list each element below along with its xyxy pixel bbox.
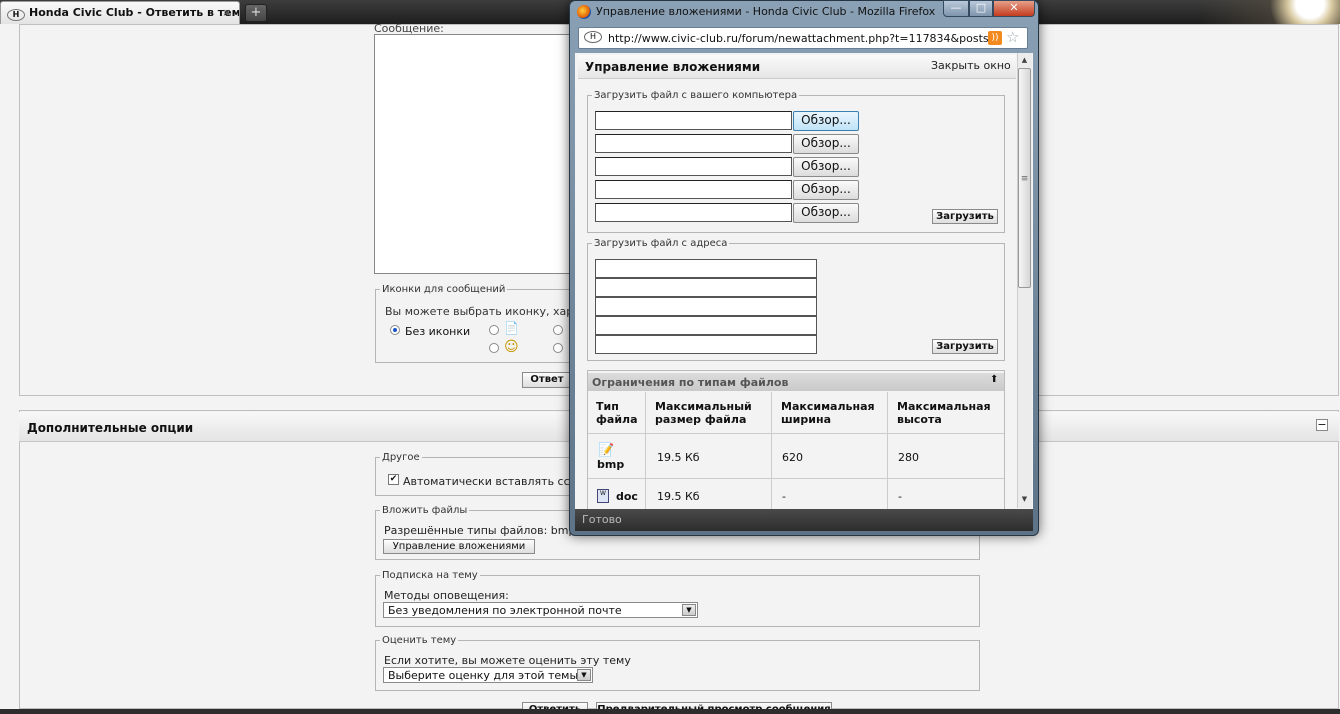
table-cell-type: doc (616, 490, 638, 503)
scrollbar-thumb[interactable]: ≡ (1018, 68, 1031, 288)
browse-button-4[interactable]: Обзор... (793, 180, 859, 200)
allowed-file-types: Разрешённые типы файлов: bmp (384, 524, 576, 537)
tab-close-icon[interactable]: × (222, 6, 231, 19)
chevron-down-icon: ▼ (577, 669, 591, 681)
popup-window-title: Управление вложениями - Honda Civic Club… (596, 5, 936, 18)
column-divider (771, 392, 772, 512)
bottom-edge (0, 709, 1340, 714)
browse-button-3[interactable]: Обзор... (793, 157, 859, 177)
table-cell-height: - (898, 490, 902, 503)
doc-file-icon: W (597, 489, 609, 503)
icon-radio-note[interactable] (489, 325, 499, 335)
honda-favicon-icon: H (7, 9, 25, 21)
notification-select-value: Без уведомления по электронной почте (388, 604, 622, 617)
maximize-button[interactable]: □ (969, 0, 993, 17)
site-favicon-icon: H (584, 31, 602, 43)
manage-attachments-button[interactable]: Управление вложениями (383, 539, 535, 554)
column-divider (887, 392, 888, 512)
upload-from-computer-legend: Загрузить файл с вашего компьютера (594, 90, 798, 101)
minimize-button[interactable]: — (943, 0, 969, 17)
file-input-4[interactable] (595, 180, 792, 199)
browser-tab[interactable]: H Honda Civic Club - Ответить в теме - ..… (0, 1, 240, 24)
other-legend: Другое (382, 452, 420, 463)
icon-radio-3[interactable] (553, 325, 563, 335)
table-cell-type: bmp (597, 458, 625, 471)
row-divider (588, 478, 1004, 479)
browse-button-5[interactable]: Обзор... (793, 203, 859, 223)
no-icon-radio[interactable] (390, 325, 400, 335)
new-tab-button[interactable]: + (245, 4, 267, 22)
table-cell-width: 620 (782, 451, 803, 464)
window-controls: — □ ✕ (943, 0, 1035, 18)
file-types-title: Ограничения по типам файлов (588, 373, 1004, 391)
background-wallpaper (1200, 0, 1340, 24)
notification-methods-label: Методы оповещения: (384, 589, 509, 602)
table-cell-width: - (782, 490, 786, 503)
table-cell-size: 19.5 Кб (657, 451, 700, 464)
url-input-4[interactable] (595, 316, 817, 335)
column-header-size: Максимальный размер файла (655, 400, 752, 426)
scroll-up-icon[interactable]: ▲ (1017, 53, 1032, 67)
auto-insert-label: Автоматически вставлять ссы (403, 475, 579, 488)
post-icons-fieldset: Иконки для сообщений (375, 284, 575, 363)
rss-feed-icon[interactable]: )) (988, 31, 1002, 45)
url-input-5[interactable] (595, 335, 817, 354)
status-bar (575, 509, 1033, 531)
reply-button-top[interactable]: Ответ (522, 372, 572, 388)
tab-title: Honda Civic Club - Ответить в теме - ... (29, 6, 240, 19)
url-input-1[interactable] (595, 259, 817, 278)
popup-header-title: Управление вложениями (585, 60, 761, 74)
url-text[interactable]: http://www.civic-club.ru/forum/newattach… (608, 32, 988, 45)
column-header-height: Максимальная высота (897, 400, 991, 426)
icon-radio-smile[interactable] (489, 343, 499, 353)
bookmark-star-icon[interactable]: ☆ (1006, 28, 1019, 46)
window-close-button[interactable]: ✕ (993, 0, 1035, 17)
table-cell-height: 280 (898, 451, 919, 464)
row-divider (588, 433, 1004, 434)
browse-button-2[interactable]: Обзор... (793, 134, 859, 154)
url-input-3[interactable] (595, 297, 817, 316)
no-icon-label: Без иконки (405, 325, 471, 338)
url-input-2[interactable] (595, 278, 817, 297)
column-header-type: Тип файла (596, 400, 638, 426)
rating-select[interactable]: Выберите оценку для этой темы ▼ (383, 667, 593, 683)
bmp-file-icon: 📝 (598, 443, 615, 458)
upload-button-computer[interactable]: Загрузить (932, 209, 998, 224)
upload-button-url[interactable]: Загрузить (932, 339, 998, 354)
upload-from-url-legend: Загрузить файл с адреса (594, 238, 728, 249)
status-text: Готово (582, 513, 622, 526)
scroll-down-icon[interactable]: ▼ (1017, 492, 1032, 506)
note-icon: 📄 (504, 321, 519, 335)
rate-thread-description: Если хотите, вы можете оценить эту тему (384, 654, 631, 667)
notification-select[interactable]: Без уведомления по электронной почте ▼ (383, 602, 698, 618)
auto-insert-checkbox[interactable]: ✔ (388, 474, 399, 485)
file-input-5[interactable] (595, 203, 792, 222)
firefox-icon (577, 5, 591, 19)
file-input-3[interactable] (595, 157, 792, 176)
rating-select-value: Выберите оценку для этой темы (388, 669, 579, 682)
subscription-legend: Подписка на тему (382, 570, 478, 581)
file-types-table (587, 370, 1005, 510)
rate-thread-legend: Оценить тему (382, 635, 457, 646)
collapse-icon[interactable]: − (1316, 419, 1328, 431)
table-cell-size: 19.5 Кб (657, 490, 700, 503)
file-input-1[interactable] (595, 111, 792, 130)
close-window-link[interactable]: Закрыть окно (931, 59, 1011, 72)
smile-icon: ☺ (504, 339, 519, 355)
collapse-arrow-icon[interactable]: ⬆ (990, 374, 998, 385)
column-header-width: Максимальная ширина (781, 400, 875, 426)
attach-files-legend: Вложить файлы (382, 505, 468, 516)
file-input-2[interactable] (595, 134, 792, 153)
browse-button-1[interactable]: Обзор... (793, 111, 859, 131)
icon-radio-4[interactable] (553, 343, 563, 353)
column-divider (645, 392, 646, 512)
post-icons-description: Вы можете выбрать иконку, хара (385, 305, 581, 318)
post-icons-legend: Иконки для сообщений (382, 284, 506, 295)
chevron-down-icon: ▼ (682, 604, 696, 616)
